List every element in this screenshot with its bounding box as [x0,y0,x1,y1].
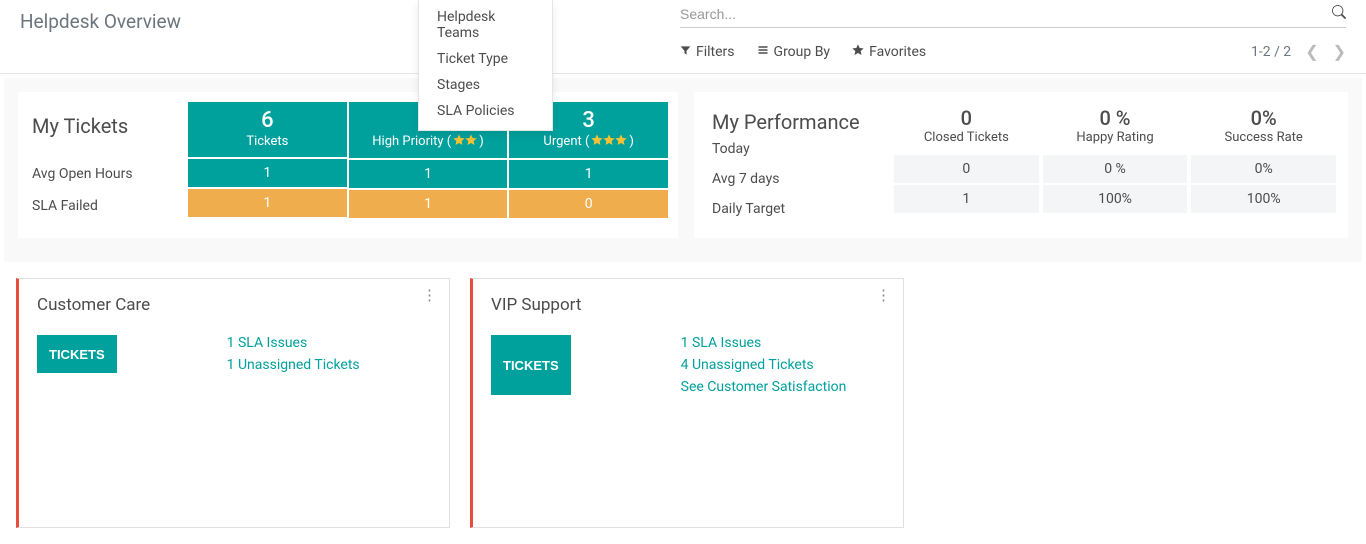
favorites-label: Favorites [869,44,926,60]
filters-button[interactable]: Filters [680,44,735,60]
tickets-button[interactable]: TICKETS [491,335,571,395]
team-links: 1 SLA Issues 1 Unassigned Tickets [227,335,360,373]
team-body: TICKETS 1 SLA Issues 4 Unassigned Tickets S… [491,335,885,395]
perf-head: 0 %Happy Rating [1043,102,1188,153]
row-today: Today [712,134,894,164]
perf-label: Closed Tickets [894,130,1039,145]
performance-title: My Performance [712,110,894,134]
team-title: Customer Care [37,295,431,315]
dropdown-item-ticket-type[interactable]: Ticket Type [419,46,552,72]
pager-prev[interactable]: ❮ [1305,42,1318,61]
my-tickets-labels: My Tickets Avg Open Hours SLA Failed [18,92,188,238]
perf-label: Success Rate [1191,130,1336,145]
row-avg-open: Avg Open Hours [32,158,188,190]
pager: 1-2 / 2 ❮ ❯ [1251,42,1346,61]
pager-next[interactable]: ❯ [1333,42,1346,61]
stat-head[interactable]: 6Tickets [188,102,347,157]
perf-v2: 100% [1043,185,1188,213]
list-icon [757,44,769,59]
stat-col-0: 6Tickets11 [188,102,347,228]
stat-sla[interactable]: 0 [509,190,668,218]
stat-label: High Priority () [372,134,483,150]
filter-icon [680,45,691,59]
perf-v1: 0 % [1043,155,1188,183]
perf-col-1: 0 %Happy Rating0 %100% [1043,102,1188,228]
perf-col-0: 0Closed Tickets01 [894,102,1039,228]
row-avg7: Avg 7 days [712,164,894,194]
perf-col-2: 0%Success Rate0%100% [1191,102,1336,228]
stat-avg[interactable]: 1 [349,160,508,188]
team-link[interactable]: 1 SLA Issues [681,335,847,351]
perf-big: 0 [894,106,1039,130]
stat-sla[interactable]: 1 [188,189,347,217]
config-dropdown: Helpdesk Teams Ticket Type Stages SLA Po… [418,0,553,131]
row-sla-failed: SLA Failed [32,190,188,222]
performance-panel: My Performance Today Avg 7 days Daily Ta… [694,92,1348,238]
dropdown-item-sla-policies[interactable]: SLA Policies [419,98,552,124]
perf-v1: 0 [894,155,1039,183]
performance-columns: 0Closed Tickets010 %Happy Rating0 %100%0… [894,92,1348,238]
team-link[interactable]: See Customer Satisfaction [681,379,847,395]
search-input[interactable] [680,6,1332,22]
perf-head: 0Closed Tickets [894,102,1039,153]
stat-label: Tickets [246,134,288,149]
my-tickets-title: My Tickets [32,114,188,138]
row-target: Daily Target [712,194,894,224]
favorites-button[interactable]: Favorites [852,44,926,60]
topbar: Helpdesk Overview Helpdesk Teams Ticket … [0,0,1366,74]
perf-big: 0% [1191,106,1336,130]
pager-text: 1-2 / 2 [1251,44,1291,60]
dropdown-item-stages[interactable]: Stages [419,72,552,98]
stat-label: Urgent () [543,134,634,150]
search-icon[interactable] [1332,5,1346,23]
group-by-button[interactable]: Group By [757,44,831,60]
star-icon [852,44,864,59]
team-card-0: Customer Care⋮ TICKETS 1 SLA Issues 1 Unass… [16,278,450,528]
team-link[interactable]: 4 Unassigned Tickets [681,357,847,373]
dropdown-item-helpdesk-teams[interactable]: Helpdesk Teams [419,4,552,46]
tickets-button[interactable]: TICKETS [37,335,117,373]
dashboard-row: My Tickets Avg Open Hours SLA Failed 6Ti… [4,78,1362,262]
my-tickets-panel: My Tickets Avg Open Hours SLA Failed 6Ti… [18,92,678,238]
star-icon [453,134,477,150]
team-links: 1 SLA Issues 4 Unassigned Tickets See Cust… [681,335,847,395]
team-cards: Customer Care⋮TICKETS1 SLA Issues1 Unass… [0,262,1366,544]
team-title: VIP Support [491,295,885,315]
control-row: Filters Group By Favorites 1-2 / 2 ❮ ❯ [680,42,1346,61]
kebab-icon[interactable]: ⋮ [422,293,437,297]
stat-sla[interactable]: 1 [349,190,508,218]
perf-v2: 100% [1191,185,1336,213]
team-link[interactable]: 1 Unassigned Tickets [227,357,360,373]
group-by-label: Group By [774,44,831,60]
filters-label: Filters [696,44,735,60]
kebab-icon[interactable]: ⋮ [876,293,891,297]
team-body: TICKETS 1 SLA Issues 1 Unassigned Tickets [37,335,431,373]
star-icon [591,134,627,150]
perf-big: 0 % [1043,106,1188,130]
team-link[interactable]: 1 SLA Issues [227,335,360,351]
search-row [680,0,1346,28]
perf-head: 0%Success Rate [1191,102,1336,153]
stat-big: 6 [192,108,343,133]
perf-label: Happy Rating [1043,130,1188,145]
page-title: Helpdesk Overview [20,10,181,33]
perf-v1: 0% [1191,155,1336,183]
team-card-1: VIP Support⋮ TICKETS 1 SLA Issues 4 Unassig… [470,278,904,528]
search-and-controls: Filters Group By Favorites 1-2 / 2 ❮ ❯ [680,0,1346,61]
stat-avg[interactable]: 1 [188,159,347,187]
perf-v2: 1 [894,185,1039,213]
stat-avg[interactable]: 1 [509,160,668,188]
performance-labels: My Performance Today Avg 7 days Daily Ta… [694,92,894,238]
